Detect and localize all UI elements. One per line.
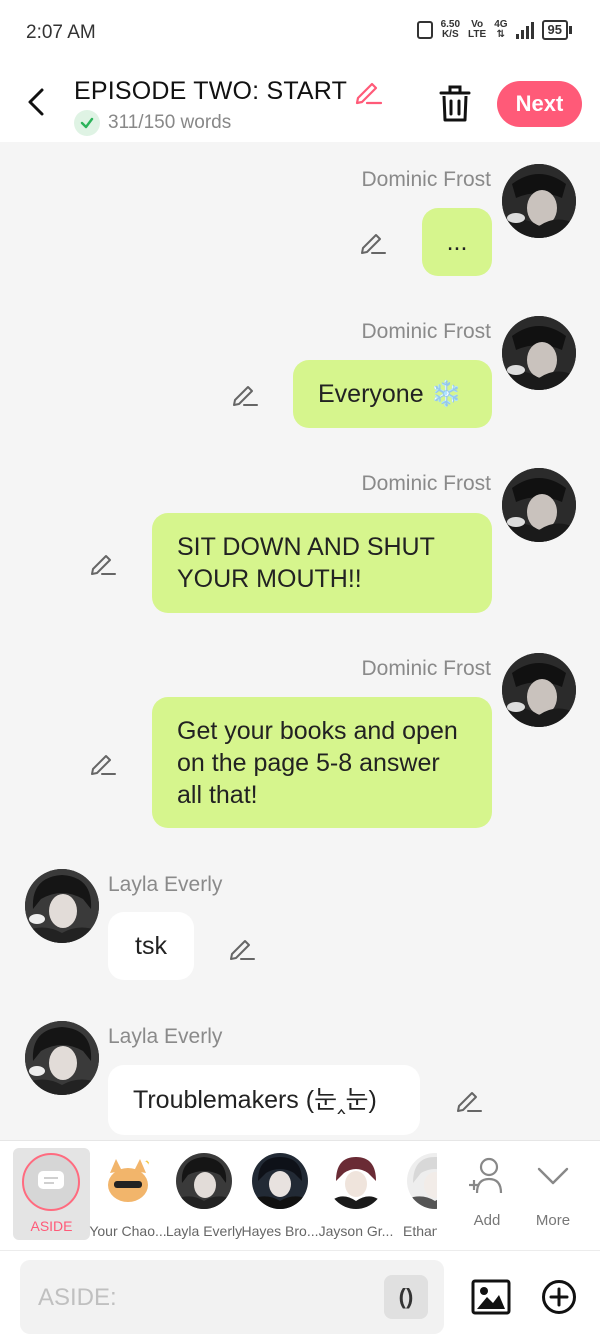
avatar[interactable] [502,164,576,238]
message-bubble[interactable]: Troublemakers (눈‸눈) [108,1065,420,1135]
aside-label: ASIDE [30,1218,73,1234]
character-item[interactable]: Hayes Bro... [241,1149,319,1239]
chevron-down-icon [537,1167,569,1185]
add-character-button[interactable]: Add [457,1155,517,1229]
word-count: 311/150 words [74,110,231,136]
message-bubble[interactable]: Get your books and open on the page 5-8 … [152,697,492,828]
edit-message-icon[interactable] [455,1086,483,1114]
edit-message-icon[interactable] [231,380,259,408]
character-item[interactable]: Layla Everly [165,1149,243,1239]
message-input-wrap: () [20,1260,444,1334]
character-avatar [328,1153,384,1209]
edit-message-icon[interactable] [359,228,387,256]
sender-name: Layla Everly [108,1025,223,1048]
sender-name: Dominic Frost [361,472,491,495]
word-count-text: 311/150 words [108,112,232,133]
more-label: More [535,1212,571,1229]
avatar[interactable] [502,468,576,542]
sender-name: Dominic Frost [361,657,491,680]
character-item[interactable]: Ethan [393,1149,437,1239]
vibrate-icon [416,21,433,39]
add-plus-icon[interactable] [541,1279,577,1315]
episode-title: EPISODE TWO: START [74,76,348,105]
message-input[interactable] [38,1280,378,1316]
signal-icon [515,21,534,39]
add-label: Add [473,1212,501,1229]
edit-message-icon[interactable] [89,749,117,777]
add-person-icon [469,1157,503,1194]
message-bubble[interactable]: SIT DOWN AND SHUT YOUR MOUTH!! [152,513,492,613]
character-name: Hayes Bro... [241,1223,319,1239]
avatar[interactable] [25,869,99,943]
header: EPISODE TWO: START 311/150 words Next [0,66,600,142]
character-name: Jayson Gr... [318,1223,394,1239]
episode-title-wrap: EPISODE TWO: START [74,76,383,106]
character-name: Ethan [403,1223,437,1239]
status-icons: 6.50 K/S Vo LTE 4G ⇅ 95 [416,19,572,40]
sender-name: Layla Everly [108,873,223,896]
check-icon [74,110,100,136]
avatar[interactable] [502,316,576,390]
battery-level: 95 [541,20,568,40]
next-button[interactable]: Next [497,81,582,127]
volte-icon: Vo LTE [468,19,487,40]
avatar[interactable] [25,1021,99,1095]
character-avatar: ✦ [100,1153,156,1209]
net-speed: 6.50 K/S [440,19,461,40]
aside-icon [22,1153,80,1211]
avatar[interactable] [502,653,576,727]
edit-message-icon[interactable] [89,549,117,577]
status-time: 2:07 AM [26,22,96,43]
sender-name: Dominic Frost [361,320,491,343]
battery-icon: 95 [541,20,572,40]
character-name: Your Chao... [89,1223,167,1239]
character-avatar [176,1153,232,1209]
message-bubble[interactable]: Everyone ❄️ [293,360,492,428]
network-type: 4G ⇅ [494,19,508,40]
message-bubble[interactable]: tsk [108,912,194,980]
aside-character[interactable]: ASIDE [13,1148,90,1240]
chat-area[interactable]: Dominic Frost ... Dominic Frost Everyone… [0,142,600,1140]
sender-name: Dominic Frost [361,168,491,191]
edit-title-icon[interactable] [353,76,383,106]
message-bubble[interactable]: ... [422,208,492,276]
character-avatar [407,1153,437,1209]
edit-message-icon[interactable] [228,934,256,962]
character-avatar [252,1153,308,1209]
character-bar: ASIDE ✦ Your Chao... Layla Everly Hayes … [0,1140,600,1250]
trash-icon[interactable] [437,84,473,124]
more-characters-button[interactable]: More [523,1155,583,1229]
character-item[interactable]: ✦ Your Chao... [89,1149,167,1239]
input-bar: () [0,1250,600,1343]
parenthesis-button[interactable]: () [384,1275,428,1319]
status-bar: 2:07 AM 6.50 K/S Vo LTE 4G ⇅ 95 [0,0,600,66]
character-name: Layla Everly [165,1223,243,1239]
svg-text:✦: ✦ [144,1157,152,1168]
back-arrow-icon[interactable] [20,84,54,120]
image-icon[interactable] [471,1279,511,1315]
character-item[interactable]: Jayson Gr... [317,1149,395,1239]
